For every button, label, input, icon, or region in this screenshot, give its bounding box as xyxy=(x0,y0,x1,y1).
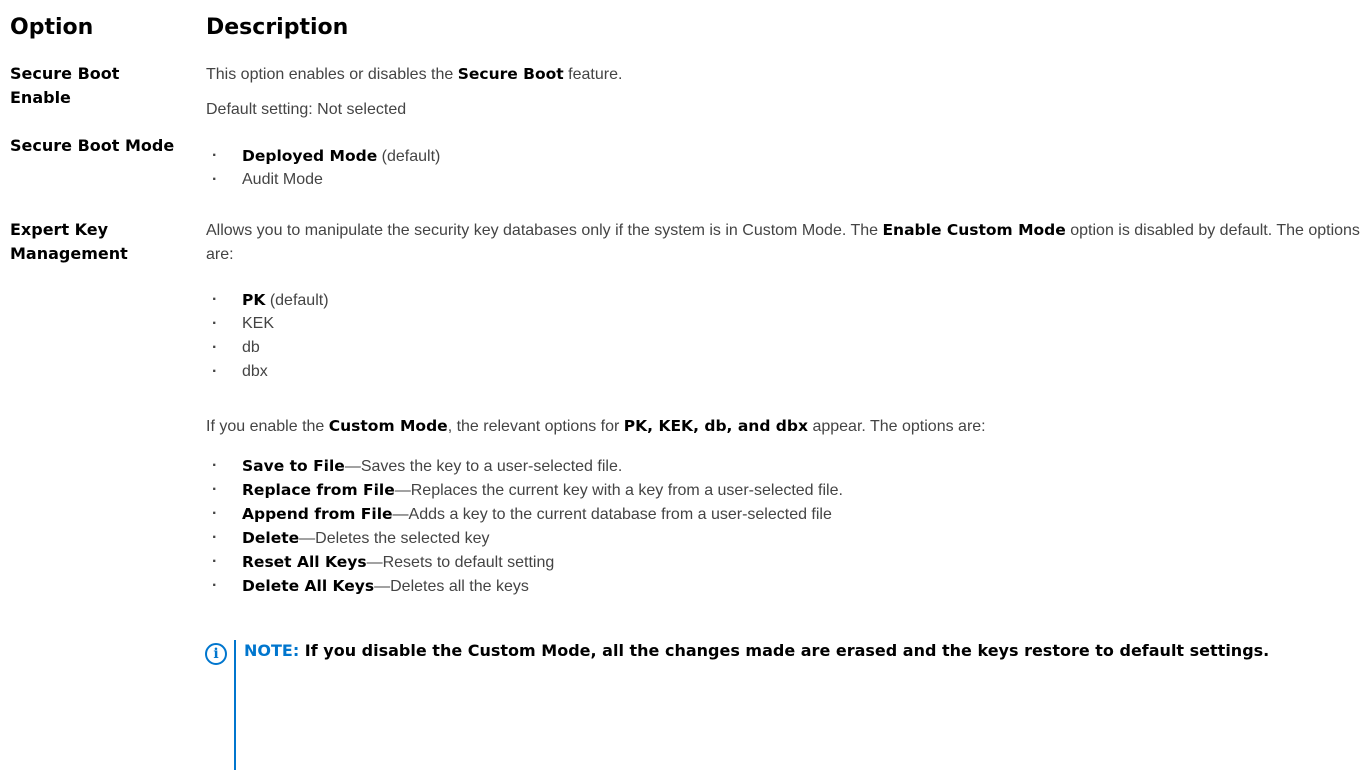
list-item: PK (default) xyxy=(212,288,329,312)
desc-text: , the relevant options for xyxy=(447,418,624,435)
item-text: (default) xyxy=(377,148,441,165)
custom-mode-actions-list: Save to File—Saves the key to a user-sel… xyxy=(212,454,843,598)
note-body: If you disable the Custom Mode, all the … xyxy=(299,641,1270,660)
list-item: Replace from File—Replaces the current k… xyxy=(212,478,843,502)
option-label-line2: Enable xyxy=(10,88,71,107)
item-text: —Deletes all the keys xyxy=(374,578,529,595)
item-text: —Replaces the current key with a key fro… xyxy=(394,482,843,499)
item-bold: Reset All Keys xyxy=(242,553,367,571)
option-expert-key-management: Expert Key Management xyxy=(10,218,200,266)
item-bold: Delete xyxy=(242,529,300,547)
option-column-header: Option xyxy=(10,15,94,40)
item-text: db xyxy=(242,339,260,356)
desc-bold: Enable Custom Mode xyxy=(882,221,1066,239)
list-item: db xyxy=(212,336,329,360)
item-bold: Append from File xyxy=(242,505,393,523)
item-text: dbx xyxy=(242,363,268,380)
option-label-line2: Management xyxy=(10,244,128,263)
list-item: Deployed Mode (default) xyxy=(212,144,440,168)
item-text: Audit Mode xyxy=(242,171,323,188)
note-divider xyxy=(234,640,236,770)
description-column-header: Description xyxy=(206,15,349,40)
item-bold: Delete All Keys xyxy=(242,577,375,595)
item-text: (default) xyxy=(265,292,329,309)
item-text: —Saves the key to a user-selected file. xyxy=(344,458,623,475)
list-item: KEK xyxy=(212,312,329,336)
option-secure-boot-mode: Secure Boot Mode xyxy=(10,136,175,155)
note-text: NOTE: If you disable the Custom Mode, al… xyxy=(244,636,1344,666)
secure-boot-enable-default: Default setting: Not selected xyxy=(206,101,407,118)
secure-boot-mode-list: Deployed Mode (default) Audit Mode xyxy=(212,144,440,192)
key-database-list: PK (default) KEK db dbx xyxy=(212,288,329,384)
list-item: Delete All Keys—Deletes all the keys xyxy=(212,574,843,598)
desc-text: appear. The options are: xyxy=(808,418,986,435)
desc-text: Allows you to manipulate the security ke… xyxy=(206,222,883,239)
list-item: Save to File—Saves the key to a user-sel… xyxy=(212,454,843,478)
list-item: dbx xyxy=(212,360,329,384)
list-item: Append from File—Adds a key to the curre… xyxy=(212,502,843,526)
list-item: Reset All Keys—Resets to default setting xyxy=(212,550,843,574)
item-bold: Save to File xyxy=(242,457,345,475)
option-secure-boot-enable: Secure Boot Enable xyxy=(10,62,200,110)
list-item: Delete—Deletes the selected key xyxy=(212,526,843,550)
secure-boot-enable-description: This option enables or disables the Secu… xyxy=(206,62,622,87)
item-text: KEK xyxy=(242,315,275,332)
item-bold: Replace from File xyxy=(242,481,395,499)
option-label-line1: Expert Key xyxy=(10,220,109,239)
desc-bold: Custom Mode xyxy=(328,417,448,435)
item-bold: Deployed Mode xyxy=(242,147,378,165)
item-text: —Adds a key to the current database from… xyxy=(392,506,832,523)
item-text: —Deletes the selected key xyxy=(299,530,490,547)
info-icon: i xyxy=(205,643,227,665)
desc-text: This option enables or disables the xyxy=(206,66,458,83)
item-text: —Resets to default setting xyxy=(366,554,555,571)
expert-key-description: Allows you to manipulate the security ke… xyxy=(206,218,1365,267)
list-item: Audit Mode xyxy=(212,168,440,192)
custom-mode-description: If you enable the Custom Mode, the relev… xyxy=(206,414,986,439)
desc-text: If you enable the xyxy=(206,418,329,435)
note-label: NOTE: xyxy=(244,641,300,660)
option-label-line1: Secure Boot xyxy=(10,64,120,83)
desc-bold: PK, KEK, db, and dbx xyxy=(623,417,808,435)
desc-text: feature. xyxy=(563,66,623,83)
item-bold: PK xyxy=(242,291,266,309)
desc-bold: Secure Boot xyxy=(457,65,564,83)
